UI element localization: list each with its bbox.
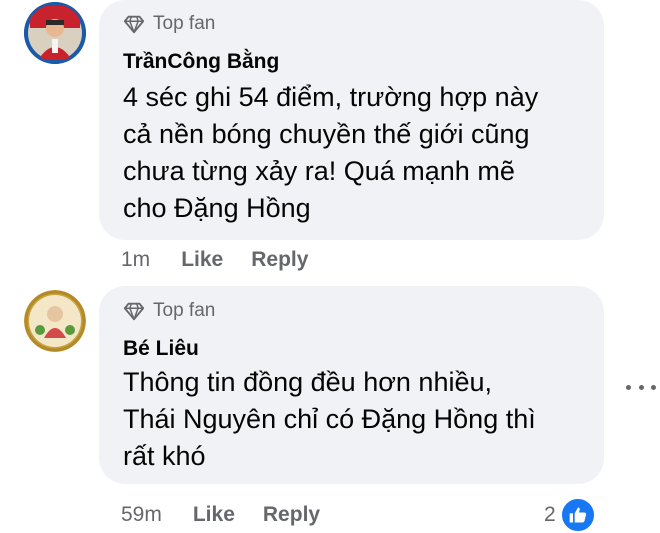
comment-text-line: rất khó: [123, 441, 206, 471]
comment-author[interactable]: TrầnCông Bằng: [123, 50, 279, 74]
comment-timestamp[interactable]: 1m: [121, 248, 150, 272]
badge-label: Top fan: [153, 300, 216, 321]
thumbs-up-glyph: [569, 507, 587, 523]
comment-timestamp[interactable]: 59m: [121, 503, 162, 527]
comment-text-line: 4 séc ghi 54 điểm, trường hợp này: [123, 82, 539, 112]
comment-text-line: cho Đặng Hồng: [123, 193, 311, 223]
comment-text-line: Thái Nguyên chỉ có Đặng Hồng thì: [123, 404, 536, 434]
more-options-icon[interactable]: [626, 382, 656, 392]
avatar-image: [24, 290, 86, 352]
comment-text-line: Thông tin đồng đều hơn nhiều,: [123, 367, 492, 397]
comment-author[interactable]: Bé Liêu: [123, 337, 199, 361]
comment-actions: 1m Like Reply: [121, 248, 308, 272]
reply-button[interactable]: Reply: [251, 248, 308, 272]
comment-text: Thông tin đồng đều hơn nhiều, Thái Nguyê…: [123, 364, 536, 475]
thumbs-up-icon[interactable]: [560, 497, 596, 533]
diamond-icon: [123, 302, 145, 321]
like-button[interactable]: Like: [193, 503, 235, 527]
avatar[interactable]: [24, 2, 86, 64]
top-fan-badge: Top fan: [123, 13, 215, 35]
comment-text-line: cả nền bóng chuyền thế giới cũng: [123, 119, 530, 149]
top-fan-badge: Top fan: [123, 300, 215, 322]
comment-text: 4 séc ghi 54 điểm, trường hợp này cả nền…: [123, 79, 538, 227]
comment-actions: 59m Like Reply: [121, 503, 320, 527]
avatar-image: [24, 2, 86, 64]
comment-text-line: chưa từng xảy ra! Quá mạnh mẽ: [123, 156, 515, 186]
reply-button[interactable]: Reply: [263, 503, 320, 527]
like-button[interactable]: Like: [181, 248, 223, 272]
diamond-icon: [123, 15, 145, 34]
badge-label: Top fan: [153, 13, 216, 34]
avatar[interactable]: [24, 290, 86, 352]
reaction-count[interactable]: 2: [544, 503, 556, 527]
